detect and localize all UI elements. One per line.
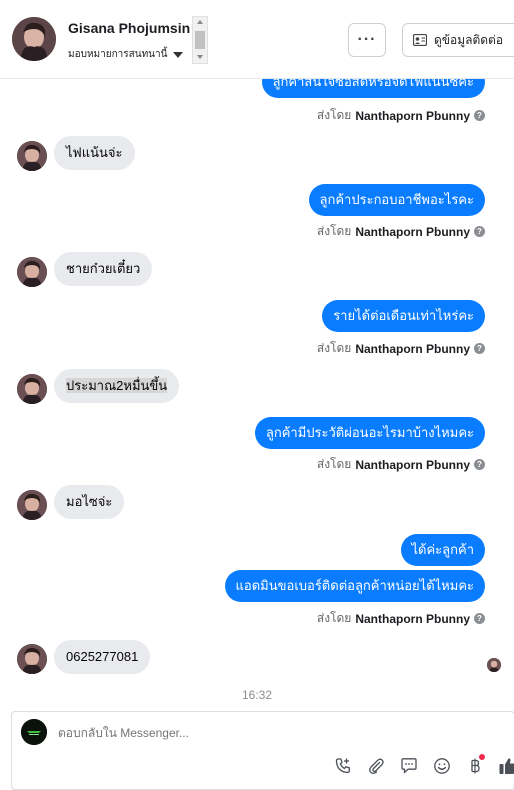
smiley-icon (433, 758, 450, 774)
message-text: ชายก๋วยเตี๋ยว (66, 261, 141, 276)
sent-by-label: ส่งโดย Nanthaporn Pbunny ? (317, 222, 485, 241)
attach-button[interactable] (359, 754, 392, 778)
contact-avatar-small[interactable] (17, 141, 47, 171)
message-text: ประมาณ2หมื่นขึ้น (66, 378, 168, 393)
contact-avatar-small[interactable] (17, 644, 47, 674)
message-text: มอไซจ่ะ (66, 494, 113, 509)
message-thread[interactable]: ลูกค้าสนใจซื้อสดหรือจัดไฟแนนซ์คะ ส่งโดย … (0, 79, 514, 707)
more-options-button[interactable]: ··· (348, 23, 386, 57)
message-text: ลูกค้ามีประวัติผ่อนอะไรมาบ้างไหมคะ (265, 425, 474, 440)
help-icon[interactable]: ? (474, 459, 485, 470)
sent-by-agent: Nanthaporn Pbunny (355, 341, 470, 356)
message-text: ลูกค้าประกอบอาชีพอะไรคะ (319, 192, 474, 207)
outgoing-message[interactable]: ได้ค่ะลูกค้า (400, 534, 485, 566)
reply-composer (11, 711, 514, 790)
contact-avatar-small[interactable] (17, 374, 47, 404)
payment-button[interactable] (458, 754, 491, 778)
message-text: ลูกค้าสนใจซื้อสดหรือจัดไฟแนนซ์คะ (272, 79, 474, 89)
sent-by-prefix: ส่งโดย (316, 341, 352, 355)
outgoing-message[interactable]: ลูกค้าประกอบอาชีพอะไรคะ (308, 184, 485, 216)
scroll-down-arrow-icon[interactable] (197, 55, 203, 59)
contact-name: Gisana Phojumsin (68, 20, 191, 36)
outgoing-message[interactable]: รายได้ต่อเดือนเท่าไหร่คะ (322, 300, 485, 332)
sent-by-prefix: ส่งโดย (316, 224, 352, 238)
message-text: ได้ค่ะลูกค้า (411, 542, 475, 557)
incoming-message[interactable]: 0625277081 (54, 640, 151, 674)
message-text: 0625277081 (66, 649, 139, 664)
ellipsis-icon: ··· (357, 31, 377, 48)
assign-conversation-dropdown[interactable]: มอบหมายการสนทนานี้ (68, 47, 184, 62)
sent-by-label: ส่งโดย Nanthaporn Pbunny ? (317, 339, 485, 358)
call-button[interactable] (326, 754, 359, 778)
sent-by-prefix: ส่งโดย (316, 611, 352, 625)
outgoing-message[interactable]: ลูกค้าสนใจซื้อสดหรือจัดไฟแนนซ์คะ (261, 79, 485, 98)
sent-by-prefix: ส่งโดย (316, 457, 352, 471)
message-text: แอดมินขอเบอร์ติดต่อลูกค้าหน่อยได้ไหมคะ (235, 578, 474, 593)
contact-card-icon (413, 34, 427, 46)
view-contact-button[interactable]: ดูข้อมูลติดต่อ (402, 23, 514, 57)
chat-bubble-icon (400, 758, 417, 774)
saved-reply-button[interactable] (392, 754, 425, 778)
sent-by-label: ส่งโดย Nanthaporn Pbunny ? (317, 455, 485, 474)
sent-by-agent: Nanthaporn Pbunny (355, 611, 470, 626)
read-receipt-avatar (487, 658, 501, 672)
help-icon[interactable]: ? (474, 110, 485, 121)
incoming-message[interactable]: ชายก๋วยเตี๋ยว (54, 252, 153, 286)
composer-toolbar (326, 754, 514, 778)
help-icon[interactable]: ? (474, 343, 485, 354)
message-timestamp: 16:32 (241, 688, 273, 702)
outgoing-message[interactable]: ลูกค้ามีประวัติผ่อนอะไรมาบ้างไหมคะ (254, 417, 485, 449)
help-icon[interactable]: ? (474, 613, 485, 624)
sent-by-agent: Nanthaporn Pbunny (355, 108, 470, 123)
sent-by-agent: Nanthaporn Pbunny (355, 457, 470, 472)
incoming-message[interactable]: ประมาณ2หมื่นขึ้น (54, 369, 180, 403)
thumbs-up-icon (499, 758, 514, 774)
phone-add-icon (335, 758, 350, 774)
caret-down-icon (173, 51, 184, 58)
incoming-message[interactable]: ไฟแน้นจ่ะ (54, 136, 135, 170)
conversation-header: Gisana Phojumsin มอบหมายการสนทนานี้ ··· … (0, 0, 514, 79)
scroll-up-arrow-icon[interactable] (197, 20, 203, 24)
contact-avatar-small[interactable] (17, 257, 47, 287)
scroll-thumb[interactable] (195, 31, 205, 49)
message-text: รายได้ต่อเดือนเท่าไหร่คะ (333, 308, 474, 323)
paperclip-icon (368, 758, 384, 775)
header-scrollbar[interactable] (192, 16, 208, 64)
assign-label: มอบหมายการสนทนานี้ (68, 49, 168, 60)
page-avatar (21, 719, 47, 745)
help-icon[interactable]: ? (474, 226, 485, 237)
contact-avatar-small[interactable] (17, 490, 47, 520)
incoming-message[interactable]: มอไซจ่ะ (54, 485, 125, 519)
message-text: ไฟแน้นจ่ะ (66, 145, 123, 160)
sent-by-label: ส่งโดย Nanthaporn Pbunny ? (317, 106, 485, 125)
emoji-button[interactable] (425, 754, 458, 778)
outgoing-message[interactable]: แอดมินขอเบอร์ติดต่อลูกค้าหน่อยได้ไหมคะ (224, 570, 485, 602)
notification-dot (479, 754, 485, 760)
view-contact-label: ดูข้อมูลติดต่อ (434, 32, 504, 47)
sent-by-prefix: ส่งโดย (316, 108, 352, 122)
reply-input[interactable] (58, 726, 358, 740)
sent-by-agent: Nanthaporn Pbunny (355, 224, 470, 239)
contact-avatar[interactable] (12, 17, 56, 61)
sent-by-label: ส่งโดย Nanthaporn Pbunny ? (317, 609, 485, 628)
like-button[interactable] (491, 754, 514, 778)
